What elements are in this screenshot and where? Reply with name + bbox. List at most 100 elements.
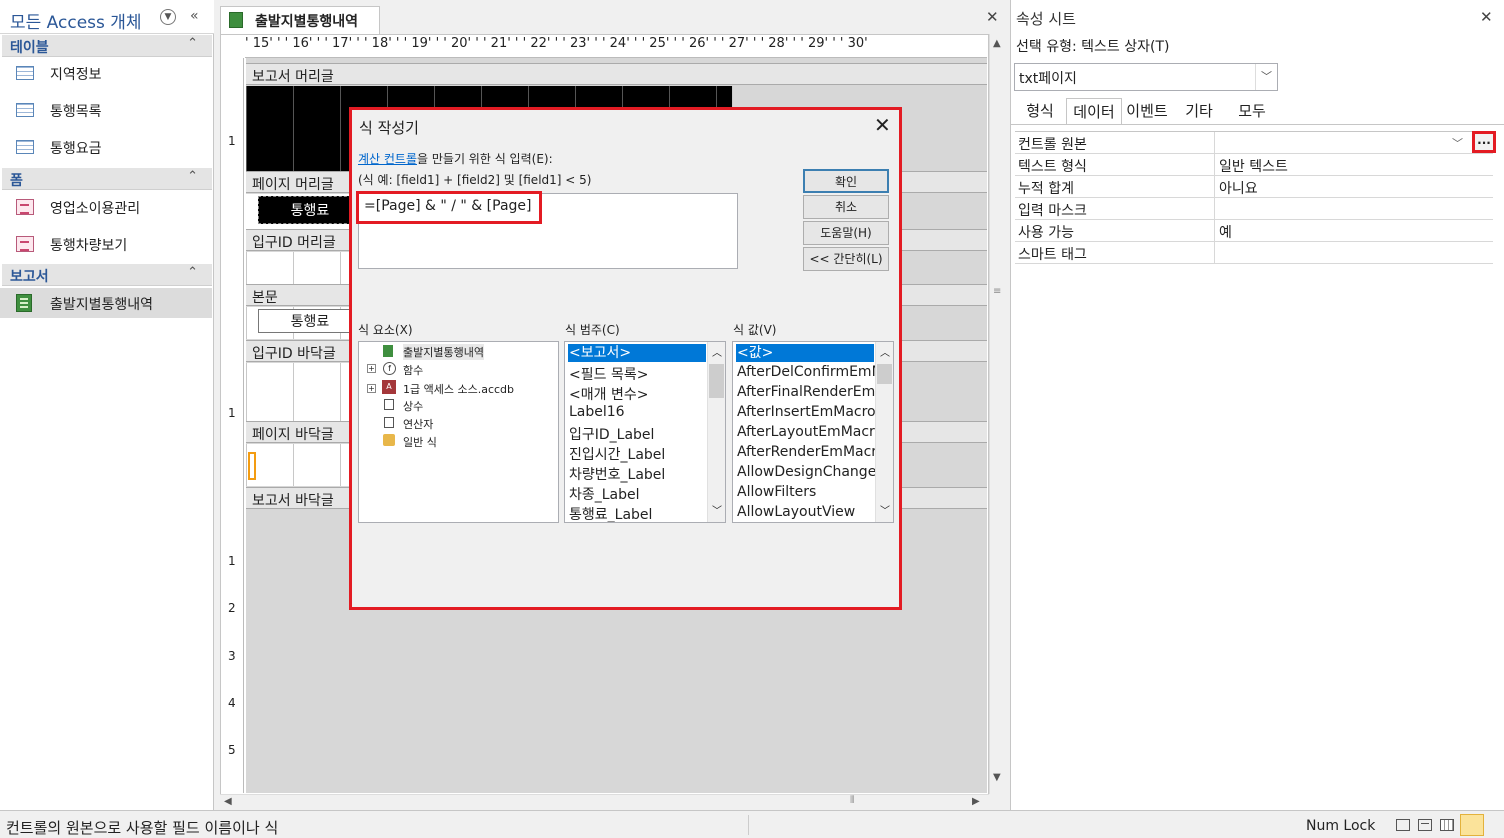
list-item[interactable]: 차종_Label [569,484,640,504]
close-icon[interactable]: ✕ [874,113,891,137]
scroll-up-icon[interactable]: ▲ [993,38,1001,49]
property-row-control-source[interactable]: 컨트롤 원본 ﹀ [1015,132,1493,154]
collapse-icon[interactable]: ⌃ [187,265,198,280]
list-item[interactable]: 차량번호_Label [569,464,665,484]
list-item[interactable]: AfterLayoutEmMacro [737,424,883,440]
scroll-left-icon[interactable]: ◀ [224,796,232,807]
expression-highlight[interactable]: =[Page] & " / " & [Page] [356,191,542,224]
less-button[interactable]: << 간단히(L) [803,247,889,271]
list-item[interactable]: 입구ID_Label [569,424,654,444]
tab-other[interactable]: 기타 [1172,98,1226,124]
property-row-running-sum[interactable]: 누적 합계 아니요 [1015,176,1493,198]
nav-title[interactable]: 모든 Access 개체 [10,8,142,33]
report-icon [16,294,32,312]
list-item[interactable]: Label16 [569,404,625,420]
tree-item[interactable]: 연산자 [403,416,433,432]
close-icon[interactable]: ✕ [1480,8,1493,26]
scroll-grip-icon[interactable]: ≡ [993,286,1001,297]
list-item[interactable]: <필드 목록> [569,364,648,384]
values-list[interactable]: <값> AfterDelConfirmEmM AfterFinalRenderE… [732,341,894,523]
nav-item-report[interactable]: 출발지별통행내역 [0,288,212,318]
list-item[interactable]: AllowDesignChange [737,464,876,480]
list-item[interactable]: AfterFinalRenderEmM [737,384,887,400]
scroll-up-icon[interactable]: ︿ [880,344,890,359]
detail-field-control[interactable]: 통행료 [258,309,362,333]
scroll-thumb[interactable] [709,364,724,398]
elements-tree[interactable]: 출발지별통행내역 + f 함수 + A 1급 액세스 소스.accdb 상수 연… [358,341,559,523]
collapse-icon[interactable]: ⌃ [187,169,198,184]
tab-report-design[interactable]: 출발지별통행내역 [220,6,380,34]
tree-item[interactable]: 출발지별통행내역 [403,344,484,360]
list-item[interactable]: 통행료_Label [569,504,652,522]
scroll-down-icon[interactable]: ▼ [993,772,1001,783]
nav-item-table[interactable]: 통행요금 [0,132,212,162]
page-number-control[interactable] [248,452,256,480]
property-row-smart-tags[interactable]: 스마트 태그 [1015,242,1493,264]
list-scrollbar[interactable]: ︿ ﹀ [875,342,893,522]
chevron-down-icon[interactable]: ▼ [160,9,176,25]
expand-icon[interactable]: + [367,384,376,393]
object-select[interactable]: txt페이지 ﹀ [1014,63,1278,91]
list-scrollbar[interactable]: ︿ ﹀ [707,342,725,522]
calculated-control-link[interactable]: 계산 컨트롤 [358,152,417,166]
cancel-button[interactable]: 취소 [803,195,889,219]
section-report-header[interactable]: 보고서 머리글 [246,63,987,85]
group-reports[interactable]: 보고서 ⌃ [2,264,212,286]
categories-list[interactable]: <보고서> <필드 목록> <매개 변수> Label16 입구ID_Label… [564,341,726,523]
scroll-right-icon[interactable]: ▶ [972,796,980,807]
nav-item-table[interactable]: 지역정보 [0,58,212,88]
design-view-icon[interactable] [1460,814,1484,836]
scroll-grip-icon[interactable]: ⦀ [850,795,854,806]
print-preview-icon[interactable] [1418,819,1432,831]
list-item[interactable]: 진입시간_Label [569,444,665,464]
expression-text[interactable]: =[Page] & " / " & [Page] [364,198,532,214]
list-item[interactable]: AfterRenderEmMacr [737,444,877,460]
nav-item-form[interactable]: 영업소이용관리 [0,192,212,222]
list-item[interactable]: AllowLayoutView [737,504,855,520]
scroll-thumb[interactable] [877,364,892,384]
tree-item[interactable]: 함수 [403,362,423,378]
categories-label: 식 범주(C) [565,323,620,337]
expand-icon[interactable]: + [367,364,376,373]
list-item[interactable]: <값> [736,344,874,362]
tree-item[interactable]: 상수 [403,398,423,414]
header-label-control[interactable]: 통행료 [258,196,362,224]
list-item[interactable]: AfterDelConfirmEmM [737,364,884,380]
tab-data[interactable]: 데이터 [1066,98,1122,124]
list-item[interactable]: AllowFilters [737,484,816,500]
property-grid: 컨트롤 원본 ﹀ 텍스트 형식 일반 텍스트 누적 합계 아니요 입력 마스크 사용 … [1015,131,1493,264]
chevron-down-icon[interactable]: ﹀ [1452,135,1463,151]
layout-view-icon[interactable] [1440,819,1454,831]
vertical-scrollbar[interactable]: ▲ ≡ ▼ [989,34,1007,794]
property-row-input-mask[interactable]: 입력 마스크 [1015,198,1493,220]
nav-item-form[interactable]: 통행차량보기 [0,229,212,259]
tree-item[interactable]: 1급 액세스 소스.accdb [403,381,514,397]
collapse-icon[interactable]: ⌃ [187,36,198,51]
database-icon: A [382,380,396,394]
scroll-down-icon[interactable]: ﹀ [880,502,890,517]
help-button[interactable]: 도움말(H) [803,221,889,245]
horizontal-scrollbar[interactable]: ◀ ⦀ ▶ [220,794,989,810]
list-item[interactable]: AfterInsertEmMacro [737,404,876,420]
ok-button[interactable]: 확인 [803,169,889,193]
chevron-down-icon[interactable]: ﹀ [1255,64,1277,90]
tab-format[interactable]: 형식 [1014,98,1066,124]
close-icon[interactable]: ✕ [986,8,999,26]
list-item[interactable]: <보고서> [568,344,706,362]
scroll-down-icon[interactable]: ﹀ [712,502,722,517]
builder-button[interactable]: ... [1472,131,1496,153]
tab-event[interactable]: 이벤트 [1122,98,1172,124]
list-item[interactable]: <매개 변수> [569,384,648,404]
nav-header[interactable]: 모든 Access 개체 ▼ « [0,0,214,34]
property-row-text-format[interactable]: 텍스트 형식 일반 텍스트 [1015,154,1493,176]
tab-all[interactable]: 모두 [1226,98,1278,124]
report-view-icon[interactable] [1396,819,1410,831]
property-sheet-title: 속성 시트 [1016,10,1076,28]
group-tables[interactable]: 테이블 ⌃ [2,35,212,57]
nav-item-table[interactable]: 통행목록 [0,95,212,125]
group-forms[interactable]: 폼 ⌃ [2,168,212,190]
scroll-up-icon[interactable]: ︿ [712,344,722,359]
property-row-enabled[interactable]: 사용 가능 예 [1015,220,1493,242]
collapse-pane-icon[interactable]: « [190,8,199,24]
tree-item[interactable]: 일반 식 [403,434,437,450]
